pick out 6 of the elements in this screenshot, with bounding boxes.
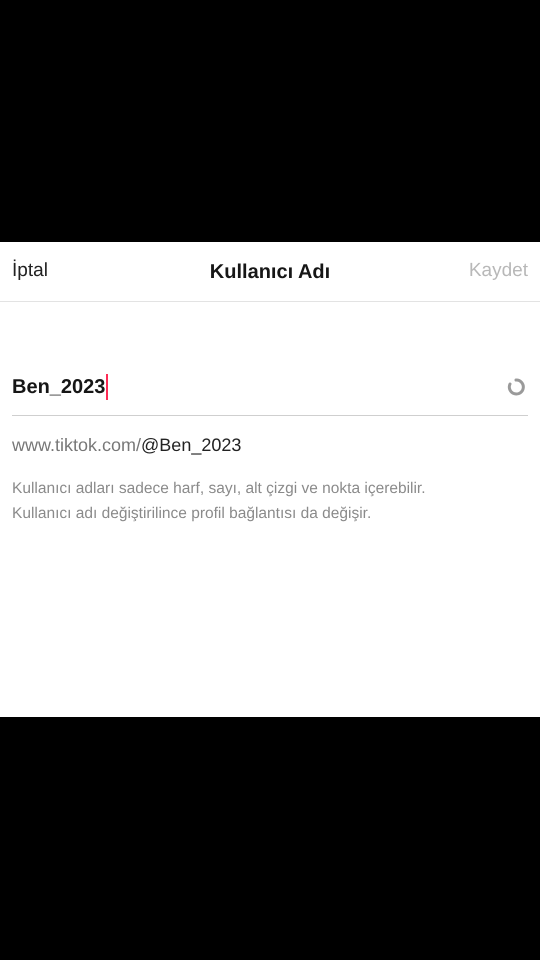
username-field[interactable]: Ben_2023 — [12, 358, 506, 415]
help-text: Kullanıcı adları sadece harf, sayı, alt çizgi ve nokta içerebilir. — [12, 479, 427, 499]
loading-spinner-icon — [506, 376, 526, 396]
page-title: Kullanıcı Adı — [210, 260, 330, 284]
cancel-button[interactable]: İptal — [12, 257, 48, 286]
help-text: Kullanıcı adı değiştirilince profil bağlantısı da değişir. — [12, 504, 372, 524]
